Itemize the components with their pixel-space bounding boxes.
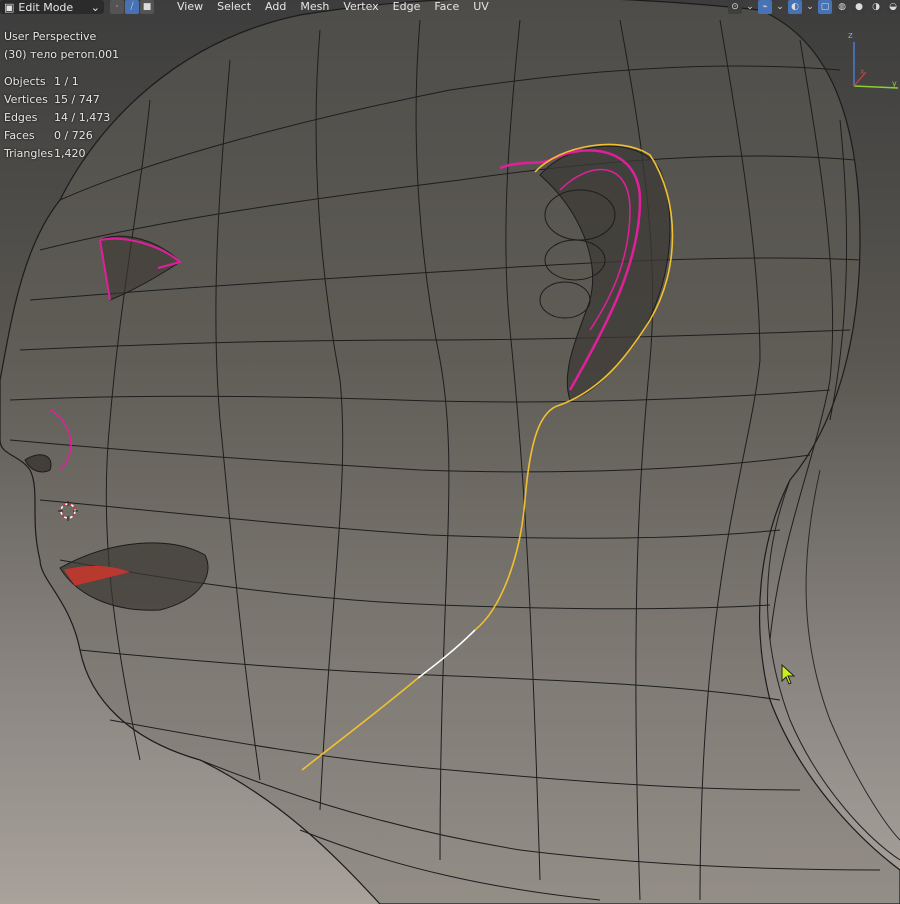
stat-label: Edges: [4, 111, 38, 124]
chevron-down-icon: ⌄: [806, 2, 814, 12]
overlays-button[interactable]: ◐: [788, 0, 802, 14]
vertex-select-icon: ·: [115, 2, 119, 12]
chevron-down-icon: ⌄: [90, 0, 100, 14]
header-right-tools: ⊙ ⌄ ⌁ ⌄ ◐ ⌄ ▢ ◍ ● ◑ ◒: [728, 0, 900, 14]
perspective-label: User Perspective: [4, 30, 97, 43]
mouse-pointer-icon: [781, 664, 796, 685]
chevron-down-icon: ⌄: [776, 2, 784, 12]
stat-value: 1,420: [54, 147, 86, 160]
object-label: (30) тело ретоп.001: [4, 48, 120, 61]
face-select-button[interactable]: ■: [140, 0, 154, 14]
pivot-dropdown[interactable]: ⌄: [745, 0, 755, 14]
menu-add[interactable]: Add: [258, 0, 293, 14]
menu-select[interactable]: Select: [210, 0, 258, 14]
stat-label: Vertices: [4, 93, 48, 106]
stats-row: Faces 0 / 726: [4, 127, 110, 145]
stats-overlay: Objects 1 / 1 Vertices 15 / 747 Edges 14 / …: [4, 73, 110, 163]
wireframe-sphere-icon: ◍: [838, 2, 846, 12]
wireframe-shading-button[interactable]: ◍: [835, 0, 849, 14]
transform-pivot-button[interactable]: ⊙: [728, 0, 742, 14]
stat-value: 1 / 1: [54, 75, 79, 88]
viewport-header: ▣ Edit Mode ⌄ · ⧸ ■ View Select Add Mesh…: [0, 0, 900, 14]
rendered-sphere-icon: ◒: [889, 2, 897, 12]
stats-row: Objects 1 / 1: [4, 73, 110, 91]
mode-dropdown[interactable]: ▣ Edit Mode ⌄: [0, 0, 104, 14]
menu-mesh[interactable]: Mesh: [293, 0, 336, 14]
stat-label: Objects: [4, 75, 46, 88]
xray-toggle[interactable]: ▢: [818, 0, 832, 14]
stats-row: Edges 14 / 1,473: [4, 109, 110, 127]
menu-uv[interactable]: UV: [466, 0, 496, 14]
snap-dropdown[interactable]: ⌄: [775, 0, 785, 14]
select-mode-group: · ⧸ ■: [110, 0, 154, 14]
menu-vertex[interactable]: Vertex: [336, 0, 385, 14]
stat-value: 14 / 1,473: [54, 111, 111, 124]
chevron-down-icon: ⌄: [746, 2, 754, 12]
3d-viewport[interactable]: ▣ Edit Mode ⌄ · ⧸ ■ View Select Add Mesh…: [0, 0, 900, 904]
head-silhouette: [0, 0, 900, 904]
xray-icon: ▢: [820, 2, 830, 12]
mode-label: Edit Mode: [18, 0, 74, 14]
menu-view[interactable]: View: [170, 0, 210, 14]
vertex-select-button[interactable]: ·: [110, 0, 124, 14]
stat-label: Triangles: [4, 147, 53, 160]
axis-label-y: y: [892, 79, 897, 88]
axis-label-z: z: [848, 31, 853, 41]
stat-label: Faces: [4, 129, 35, 142]
material-shading-button[interactable]: ◑: [869, 0, 883, 14]
stats-row: Vertices 15 / 747: [4, 91, 110, 109]
header-menus: View Select Add Mesh Vertex Edge Face UV: [170, 0, 496, 14]
overlays-icon: ◐: [791, 2, 799, 12]
stat-value: 15 / 747: [54, 93, 100, 106]
edge-select-button[interactable]: ⧸: [125, 0, 139, 14]
material-sphere-icon: ◑: [872, 2, 880, 12]
mesh-wireframe: [0, 0, 900, 904]
axis-label-x: x: [860, 67, 865, 76]
solid-sphere-icon: ●: [855, 2, 863, 12]
menu-edge[interactable]: Edge: [386, 0, 428, 14]
edge-select-icon: ⧸: [130, 2, 134, 12]
stats-row: Triangles 1,420: [4, 145, 110, 163]
menu-face[interactable]: Face: [427, 0, 466, 14]
stat-value: 0 / 726: [54, 129, 93, 142]
pivot-icon: ⊙: [731, 2, 739, 12]
snap-button[interactable]: ⌁: [758, 0, 772, 14]
face-select-icon: ■: [142, 2, 152, 12]
solid-shading-button[interactable]: ●: [852, 0, 866, 14]
viewport-info: User Perspective (30) тело ретоп.001: [4, 28, 119, 64]
3d-cursor: [58, 501, 78, 521]
snap-icon: ⌁: [762, 2, 768, 12]
editmode-icon: ▣: [4, 0, 15, 14]
rendered-shading-button[interactable]: ◒: [886, 0, 900, 14]
axis-gizmo[interactable]: z x y: [844, 28, 900, 92]
overlays-dropdown[interactable]: ⌄: [805, 0, 815, 14]
